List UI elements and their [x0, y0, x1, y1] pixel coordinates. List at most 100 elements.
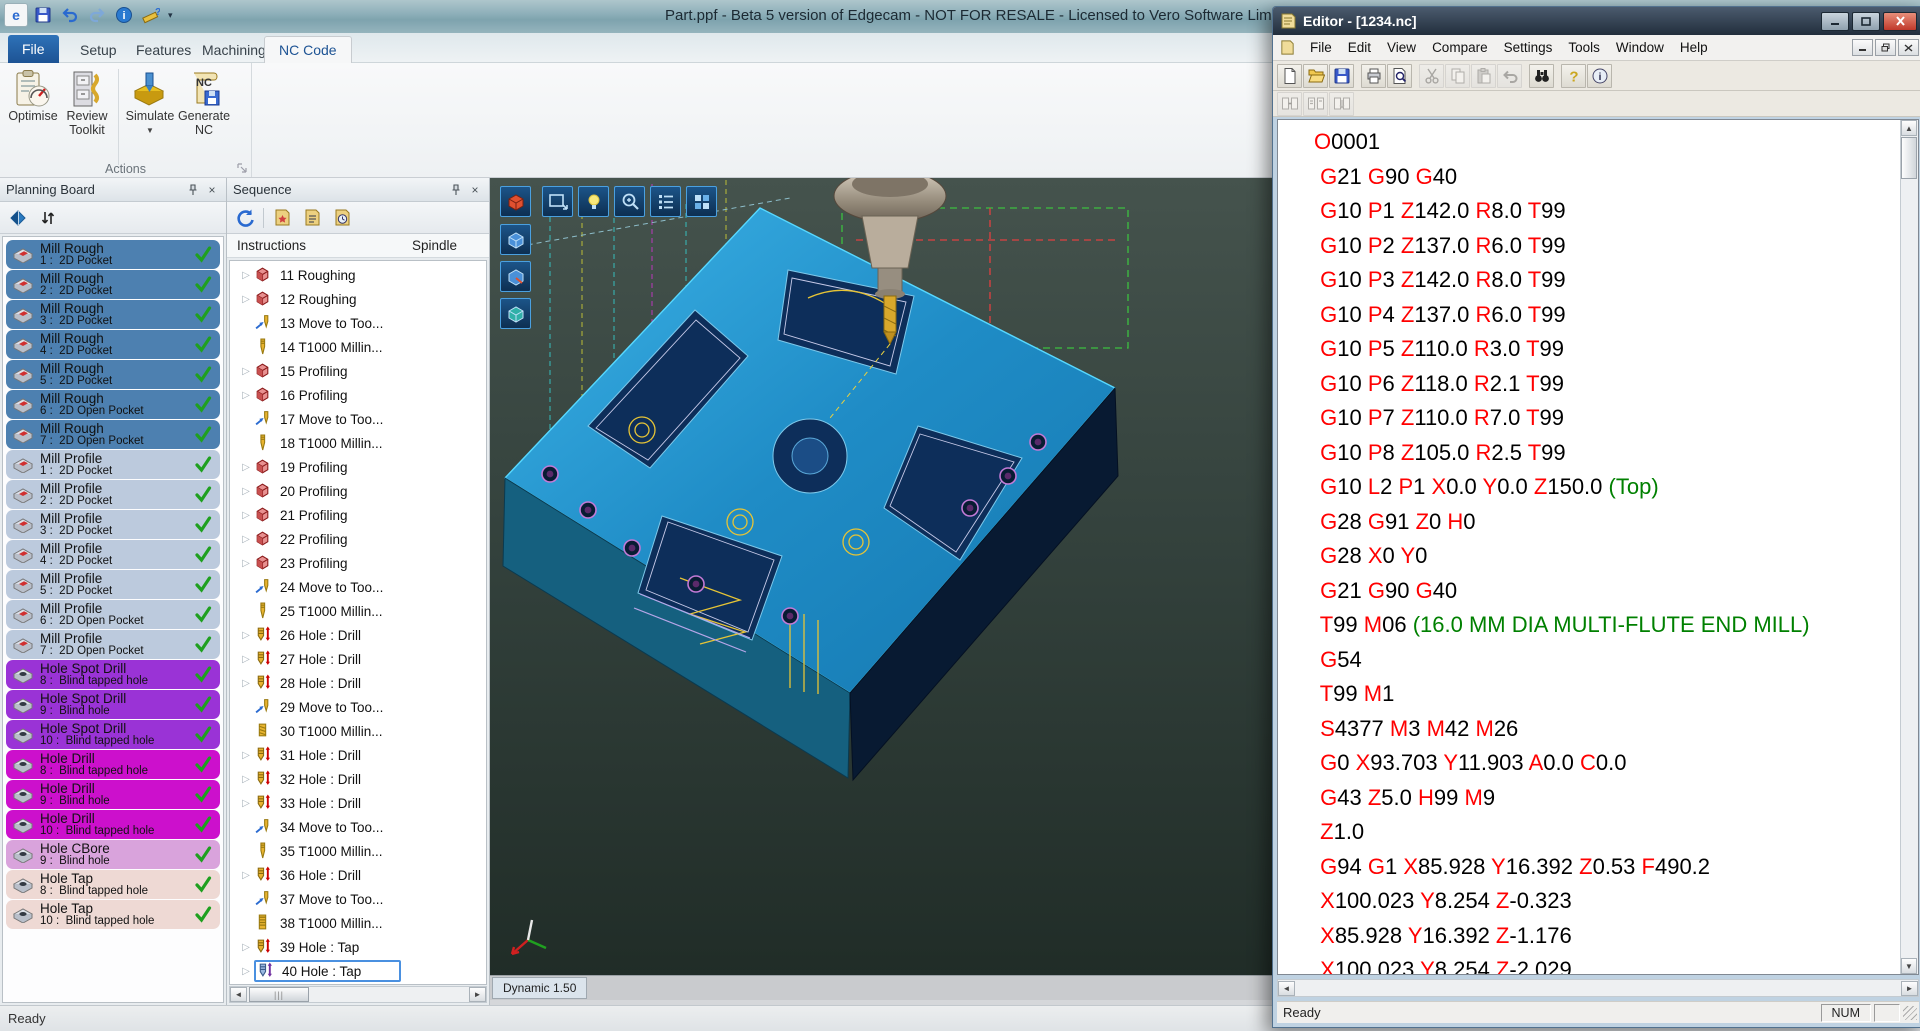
find-button[interactable]: [1529, 64, 1554, 88]
planning-item[interactable]: Mill Profile6 : 2D Open Pocket: [6, 600, 220, 629]
editor-vscrollbar[interactable]: ▲ ▼: [1900, 120, 1918, 974]
sequence-item[interactable]: 37 Move to Too...: [230, 887, 486, 911]
mdi-restore-button[interactable]: [1875, 39, 1896, 56]
sequence-item[interactable]: ▷22 Profiling: [230, 527, 486, 551]
menu-help[interactable]: Help: [1672, 37, 1716, 58]
planning-item[interactable]: Hole Drill9 : Blind hole: [6, 780, 220, 809]
info-icon[interactable]: i: [112, 3, 136, 27]
expand-arrow[interactable]: ▷: [238, 966, 254, 977]
planning-item[interactable]: Mill Profile2 : 2D Pocket: [6, 480, 220, 509]
planning-item[interactable]: Hole Tap10 : Blind tapped hole: [6, 900, 220, 929]
sequence-item[interactable]: 17 Move to Too...: [230, 407, 486, 431]
view-tab-dynamic[interactable]: Dynamic 1.50: [492, 977, 587, 999]
planning-item[interactable]: Mill Rough7 : 2D Open Pocket: [6, 420, 220, 449]
nc-code[interactable]: O0001 G21 G90 G40 G10 P1 Z142.0 R8.0 T99…: [1278, 120, 1900, 974]
tab-nc-code[interactable]: NC Code: [264, 36, 352, 63]
sort-arrows-icon[interactable]: [36, 206, 60, 230]
new-button[interactable]: [1277, 64, 1302, 88]
planning-item[interactable]: Mill Profile4 : 2D Pocket: [6, 540, 220, 569]
minimize-button[interactable]: [1821, 12, 1849, 31]
menu-compare[interactable]: Compare: [1424, 37, 1496, 58]
mdi-close-button[interactable]: [1898, 39, 1919, 56]
sequence-item[interactable]: ▷26 Hole : Drill: [230, 623, 486, 647]
about-button[interactable]: i: [1587, 64, 1612, 88]
expand-arrow[interactable]: ▷: [238, 366, 254, 377]
pin-icon[interactable]: [448, 183, 464, 197]
editor-hscrollbar[interactable]: ◄ ►: [1277, 979, 1919, 997]
planning-item[interactable]: Mill Profile3 : 2D Pocket: [6, 510, 220, 539]
expand-arrow[interactable]: ▷: [238, 678, 254, 689]
ribbon-button-generate-nc[interactable]: NCGenerate NC: [177, 67, 231, 137]
planning-item[interactable]: Mill Rough5 : 2D Pocket: [6, 360, 220, 389]
expand-arrow[interactable]: ▷: [238, 510, 254, 521]
sequence-list-icon[interactable]: [650, 186, 681, 217]
tab-file[interactable]: File: [8, 35, 59, 63]
editor-titlebar[interactable]: Editor - [1234.nc]: [1273, 7, 1920, 35]
scroll-right-arrow[interactable]: ►: [1901, 981, 1918, 996]
sequence-item[interactable]: 30 T1000 Millin...: [230, 719, 486, 743]
planning-item[interactable]: Mill Profile5 : 2D Pocket: [6, 570, 220, 599]
help-button[interactable]: ?: [1561, 64, 1586, 88]
planning-item[interactable]: Mill Profile1 : 2D Pocket: [6, 450, 220, 479]
machine-sim-icon[interactable]: [500, 186, 531, 217]
undo-icon[interactable]: [58, 3, 82, 27]
sequence-item[interactable]: ▷15 Profiling: [230, 359, 486, 383]
open-button[interactable]: [1303, 64, 1328, 88]
measure-help-icon[interactable]: ?: [139, 3, 163, 27]
sequence-item[interactable]: 35 T1000 Millin...: [230, 839, 486, 863]
expand-arrow[interactable]: ▷: [238, 390, 254, 401]
menu-file[interactable]: File: [1302, 37, 1340, 58]
new-window-icon[interactable]: [542, 186, 573, 217]
sequence-item[interactable]: ▷20 Profiling: [230, 479, 486, 503]
ribbon-button-optimise[interactable]: Optimise: [6, 67, 60, 123]
pin-icon[interactable]: [185, 183, 201, 197]
graphics-viewport[interactable]: Dynamic 1.50: [490, 178, 1273, 1005]
sequence-item[interactable]: 38 T1000 Millin...: [230, 911, 486, 935]
planning-item[interactable]: Mill Rough6 : 2D Open Pocket: [6, 390, 220, 419]
sequence-item[interactable]: ▷16 Profiling: [230, 383, 486, 407]
planning-item[interactable]: Hole Drill10 : Blind tapped hole: [6, 810, 220, 839]
sequence-item[interactable]: ▷39 Hole : Tap: [230, 935, 486, 959]
print-button[interactable]: [1361, 64, 1386, 88]
scroll-left-arrow[interactable]: ◄: [1278, 981, 1295, 996]
expand-arrow[interactable]: ▷: [238, 870, 254, 881]
highlight-icon[interactable]: [578, 186, 609, 217]
scroll-right-arrow[interactable]: ►: [469, 987, 486, 1002]
sequence-item[interactable]: ▷19 Profiling: [230, 455, 486, 479]
menu-settings[interactable]: Settings: [1496, 37, 1561, 58]
scroll-down-arrow[interactable]: ▼: [1901, 958, 1917, 974]
zoom-window-icon[interactable]: [614, 186, 645, 217]
planning-item[interactable]: Hole Tap8 : Blind tapped hole: [6, 870, 220, 899]
close-button[interactable]: [1883, 12, 1917, 31]
sequence-item[interactable]: ▷28 Hole : Drill: [230, 671, 486, 695]
expand-arrow[interactable]: ▷: [238, 942, 254, 953]
save-icon[interactable]: [31, 3, 55, 27]
column-spindle[interactable]: Spindle: [412, 238, 457, 253]
scroll-star-icon[interactable]: [270, 206, 294, 230]
expand-arrow[interactable]: ▷: [238, 558, 254, 569]
sequence-item[interactable]: 18 T1000 Millin...: [230, 431, 486, 455]
menu-edit[interactable]: Edit: [1340, 37, 1379, 58]
edgecam-logo-icon[interactable]: e: [4, 3, 28, 27]
expand-arrow[interactable]: ▷: [238, 798, 254, 809]
code-editor-area[interactable]: O0001 G21 G90 G40 G10 P1 Z142.0 R8.0 T99…: [1277, 119, 1919, 975]
scroll-clock-icon[interactable]: [330, 206, 354, 230]
close-icon[interactable]: ×: [467, 183, 483, 197]
flip-diamond-icon[interactable]: [6, 206, 30, 230]
planning-item[interactable]: Mill Rough1 : 2D Pocket: [6, 240, 220, 269]
ribbon-button-simulate[interactable]: Simulate▼: [123, 67, 177, 138]
expand-arrow[interactable]: ▷: [238, 294, 254, 305]
menu-tools[interactable]: Tools: [1560, 37, 1608, 58]
expand-arrow[interactable]: ▷: [238, 534, 254, 545]
planning-item[interactable]: Mill Rough3 : 2D Pocket: [6, 300, 220, 329]
sequence-item[interactable]: ▷11 Roughing: [230, 263, 486, 287]
sequence-item[interactable]: ▷36 Hole : Drill: [230, 863, 486, 887]
expand-arrow[interactable]: ▷: [238, 462, 254, 473]
resize-grip[interactable]: [1903, 1006, 1917, 1020]
sequence-item[interactable]: 29 Move to Too...: [230, 695, 486, 719]
menu-window[interactable]: Window: [1608, 37, 1672, 58]
sequence-item[interactable]: 13 Move to Too...: [230, 311, 486, 335]
sequence-item[interactable]: 34 Move to Too...: [230, 815, 486, 839]
menu-view[interactable]: View: [1379, 37, 1424, 58]
planning-item[interactable]: Hole Spot Drill8 : Blind tapped hole: [6, 660, 220, 689]
